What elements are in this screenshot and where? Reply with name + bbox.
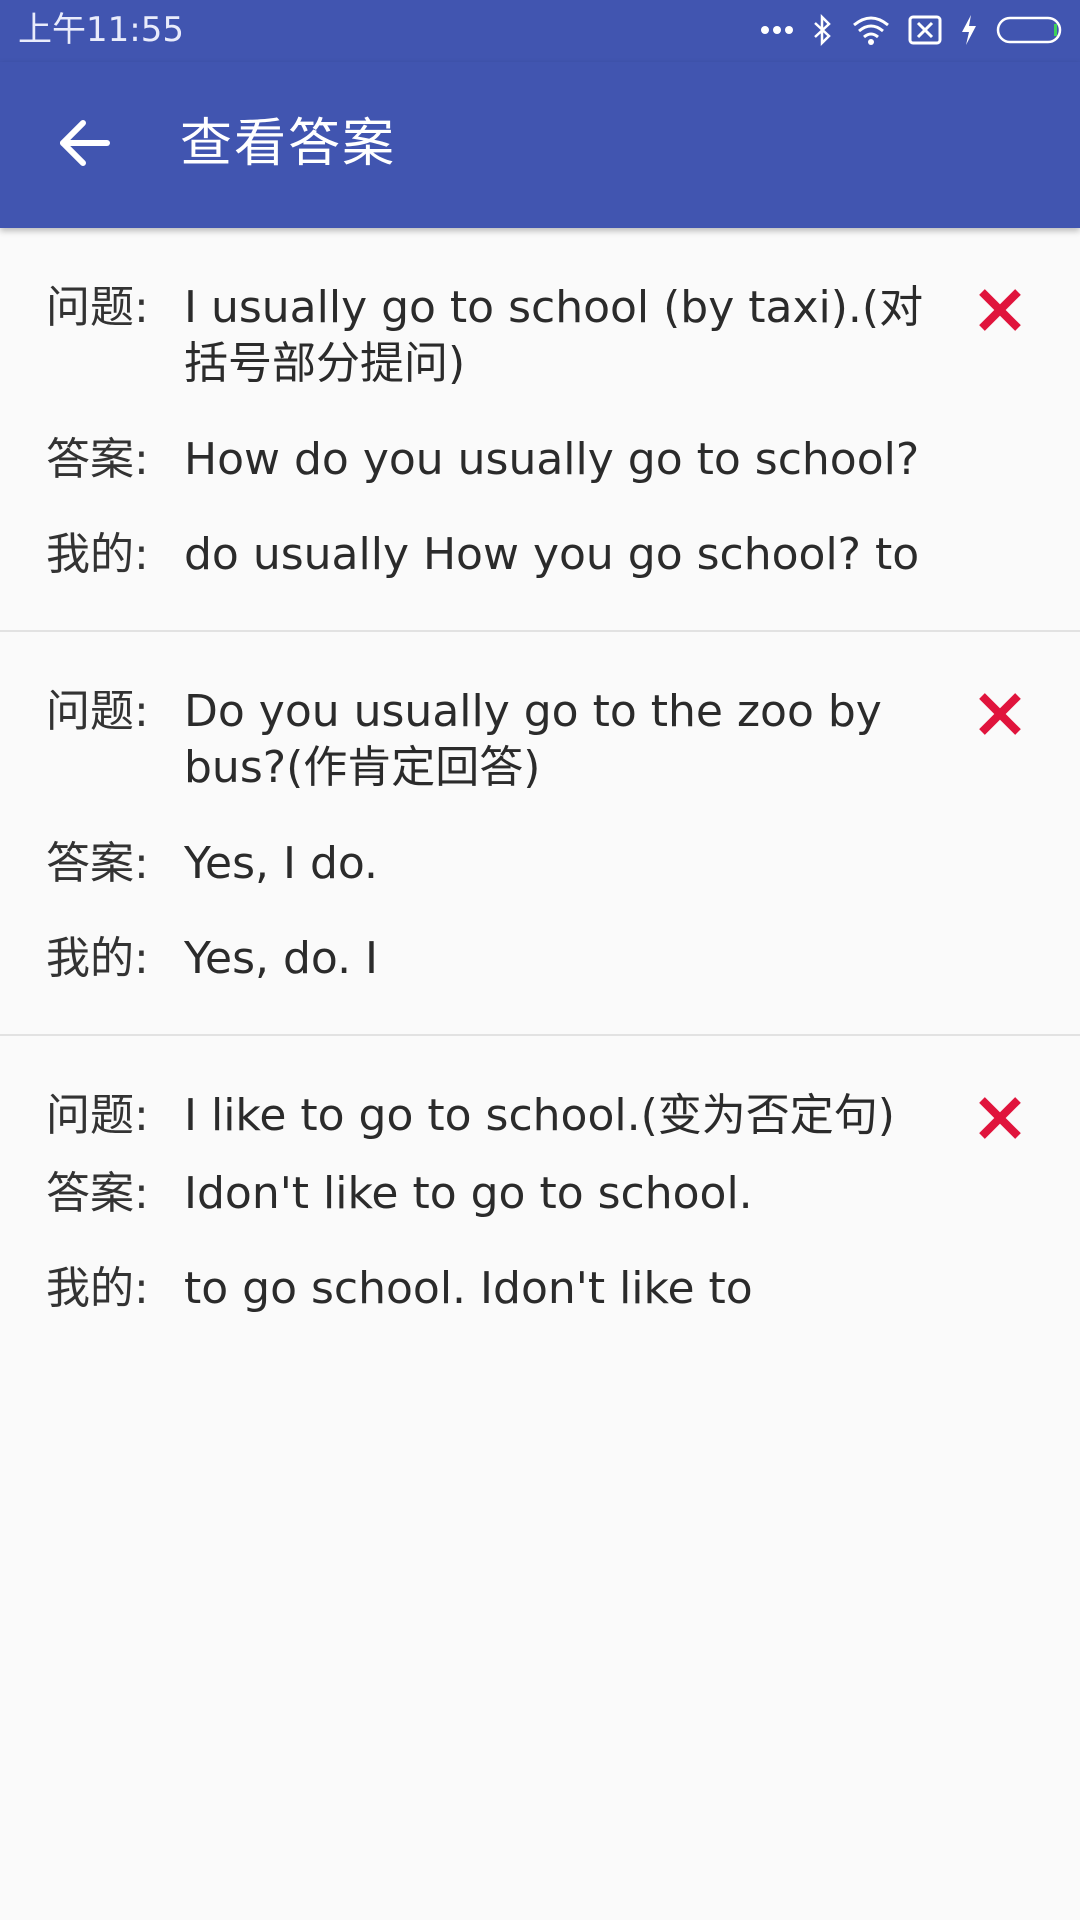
answer-label: 答案: — [46, 434, 149, 485]
wrong-x-icon — [979, 289, 1021, 331]
app-bar: 查看答案 — [0, 62, 1080, 228]
mine-label: 我的: — [46, 933, 149, 984]
question-label: 问题: — [46, 282, 149, 333]
question-label: 问题: — [46, 686, 149, 737]
mine-label: 我的: — [46, 529, 149, 580]
answer-row: 答案: How do you usually go to school? — [0, 432, 934, 488]
answer-row: 答案: Idon't like to go to school. — [0, 1166, 934, 1222]
mine-row: 我的: do usually How you go school? to — [0, 527, 934, 583]
answer-text: Idon't like to go to school. — [184, 1168, 753, 1219]
back-button[interactable] — [40, 98, 130, 188]
bluetooth-icon — [814, 14, 831, 46]
mine-row: 我的: Yes, do. I — [0, 931, 934, 987]
answer-row: 答案: Yes, I do. — [0, 836, 934, 892]
question-text: Do you usually go to the zoo by bus?(作肯定… — [184, 686, 882, 793]
status-bar: 上午11:55 — [0, 0, 1080, 62]
battery-icon — [996, 16, 1062, 44]
question-text: I usually go to school (by taxi).(对括号部分提… — [184, 282, 924, 389]
page-title: 查看答案 — [180, 114, 397, 174]
answer-card: 问题: I like to go to school.(变为否定句) 答案: I… — [0, 1036, 1080, 1366]
mine-label: 我的: — [46, 1263, 149, 1314]
mine-text: to go school. Idon't like to — [184, 1263, 753, 1314]
sim-off-icon — [908, 15, 942, 45]
wrong-x-icon — [979, 1097, 1021, 1139]
mine-text: Yes, do. I — [184, 933, 379, 984]
charging-bolt-icon — [962, 15, 976, 45]
mine-text: do usually How you go school? to — [184, 529, 920, 580]
answer-text: How do you usually go to school? — [184, 434, 920, 485]
answer-label: 答案: — [46, 838, 149, 889]
status-time: 上午11:55 — [18, 10, 184, 50]
answer-card: 问题: Do you usually go to the zoo by bus?… — [0, 632, 1080, 1036]
answer-card: 问题: I usually go to school (by taxi).(对括… — [0, 228, 1080, 632]
wrong-x-icon — [979, 693, 1021, 735]
arrow-back-icon — [60, 120, 110, 166]
question-row: 问题: I like to go to school.(变为否定句) — [0, 1088, 934, 1144]
more-dots-icon — [761, 26, 793, 34]
question-row: 问题: I usually go to school (by taxi).(对括… — [0, 280, 934, 392]
status-icons — [760, 12, 1066, 48]
answer-text: Yes, I do. — [184, 838, 379, 889]
question-text: I like to go to school.(变为否定句) — [184, 1090, 895, 1141]
mine-row: 我的: to go school. Idon't like to — [0, 1261, 934, 1317]
wifi-icon — [853, 16, 889, 45]
answer-label: 答案: — [46, 1168, 149, 1219]
question-label: 问题: — [46, 1090, 149, 1141]
question-row: 问题: Do you usually go to the zoo by bus?… — [0, 684, 934, 796]
answer-list: 问题: I usually go to school (by taxi).(对括… — [0, 228, 1080, 1366]
